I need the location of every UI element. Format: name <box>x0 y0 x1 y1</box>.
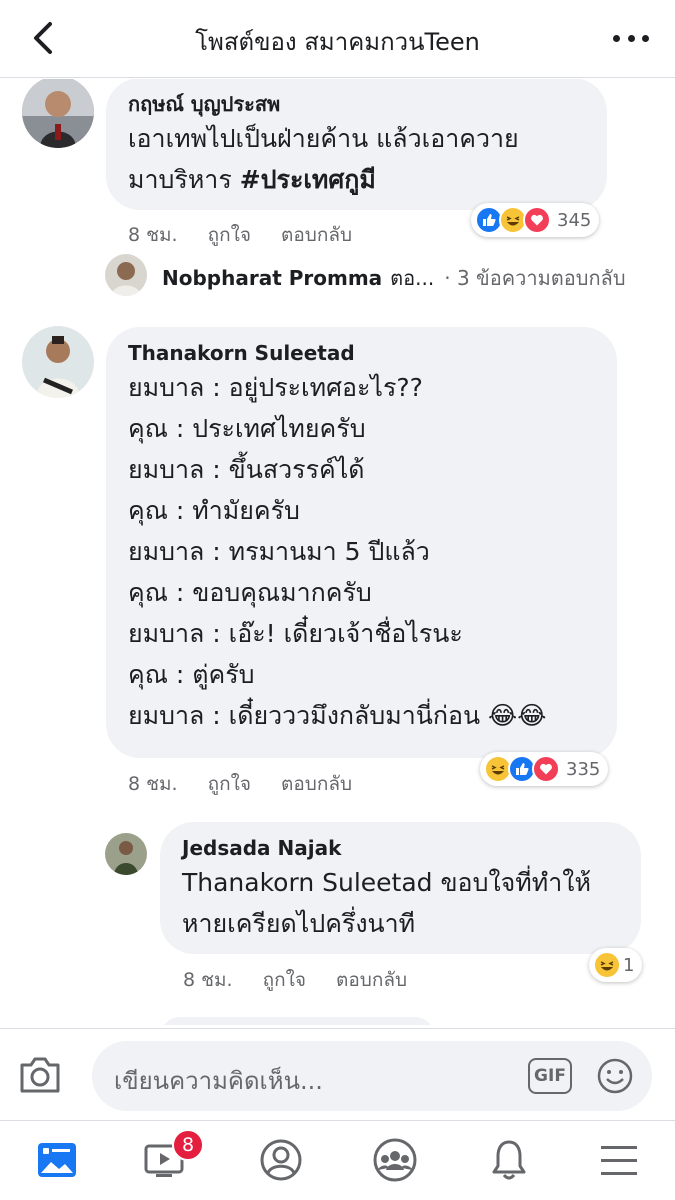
more-dot-icon <box>642 34 649 42</box>
haha-reaction-icon <box>593 951 621 979</box>
comments-feed[interactable]: กฤษณ์ บุญประสพ เอาเทพไปเป็นฝ่ายค้าน แล้ว… <box>0 79 675 1025</box>
avatar[interactable] <box>22 326 94 398</box>
reply-snippet: ตอ... <box>390 266 435 290</box>
bottom-tab-bar: 8 <box>0 1120 675 1200</box>
comment-bubble <box>160 1017 435 1025</box>
reaction-count: 345 <box>557 209 592 231</box>
tears-of-joy-emoji: 😂😂 <box>488 701 547 730</box>
comment-placeholder: เขียนความคิดเห็น... <box>114 1067 323 1095</box>
love-reaction-icon <box>532 755 560 783</box>
like-button[interactable]: ถูกใจ <box>208 220 251 250</box>
notification-badge: 8 <box>172 1129 204 1161</box>
reply-count-link[interactable]: · 3 ข้อความตอบกลับ <box>444 262 625 294</box>
comment-text: เอาเทพไปเป็นฝ่ายค้าน แล้วเอาควาย มาบริหา… <box>128 124 519 194</box>
comment-text: ยมบาล : อยู่ประเทศอะไร?? คุณ : ประเทศไทย… <box>128 373 547 730</box>
comment-input[interactable]: เขียนความคิดเห็น... GIF <box>92 1041 652 1111</box>
comment-bubble: Jedsada Najak Thanakorn Suleetad ขอบใจที… <box>160 822 641 954</box>
reaction-summary[interactable]: 1 <box>589 948 643 982</box>
comment-text: Thanakorn Suleetad ขอบใจที่ทำให้ หายเครี… <box>182 868 591 938</box>
gif-button[interactable]: GIF <box>528 1058 572 1094</box>
smiley-icon <box>597 1058 633 1094</box>
tab-groups[interactable] <box>370 1135 420 1185</box>
love-reaction-icon <box>523 206 551 234</box>
comment-bubble: Thanakorn Suleetad ยมบาล : อยู่ประเทศอะไ… <box>106 327 617 758</box>
camera-button[interactable] <box>18 1055 62 1095</box>
top-header: โพสต์ของ สมาคมกวนTeen <box>0 0 675 78</box>
more-dot-icon <box>627 34 635 42</box>
reaction-count: 1 <box>623 954 635 976</box>
reply-button[interactable]: ตอบกลับ <box>281 220 352 250</box>
reply-author[interactable]: Nobpharat Promma <box>162 266 382 290</box>
hamburger-menu-icon <box>601 1146 637 1175</box>
comment-actions: 8 ชม. ถูกใจ ตอบกลับ <box>183 965 407 995</box>
like-button[interactable]: ถูกใจ <box>208 769 251 799</box>
comment-bubble: กฤษณ์ บุญประสพ เอาเทพไปเป็นฝ่ายค้าน แล้ว… <box>106 79 607 210</box>
avatar[interactable] <box>22 79 94 148</box>
comment-composer: เขียนความคิดเห็น... GIF <box>0 1028 675 1120</box>
tab-news-feed[interactable] <box>32 1135 82 1185</box>
reply-button[interactable]: ตอบกลับ <box>336 965 407 995</box>
groups-icon <box>373 1138 417 1182</box>
avatar[interactable] <box>105 833 147 875</box>
comment-time: 8 ชม. <box>128 224 178 246</box>
avatar[interactable] <box>105 254 147 296</box>
like-button[interactable]: ถูกใจ <box>263 965 306 995</box>
camera-icon <box>20 1057 60 1093</box>
reaction-summary[interactable]: 345 <box>471 203 600 237</box>
tab-menu[interactable] <box>594 1135 644 1185</box>
emoji-button[interactable] <box>596 1057 634 1095</box>
comment-time: 8 ชม. <box>183 969 233 991</box>
tab-profile[interactable] <box>256 1135 306 1185</box>
tab-notifications[interactable] <box>484 1135 534 1185</box>
bell-icon <box>492 1140 526 1180</box>
hashtag-link[interactable]: #ประเทศกูมี <box>240 165 376 194</box>
reply-button[interactable]: ตอบกลับ <box>281 769 352 799</box>
page-title: โพสต์ของ สมาคมกวนTeen <box>195 28 480 56</box>
comment-author[interactable]: กฤษณ์ บุญประสพ <box>128 90 585 118</box>
comment-actions: 8 ชม. ถูกใจ ตอบกลับ <box>128 769 352 799</box>
comment-time: 8 ชม. <box>128 773 178 795</box>
news-feed-icon <box>38 1143 76 1177</box>
profile-icon <box>260 1139 302 1181</box>
reaction-count: 335 <box>566 758 601 780</box>
comment-actions: 8 ชม. ถูกใจ ตอบกลับ <box>128 220 352 250</box>
reaction-summary[interactable]: 335 <box>480 752 609 786</box>
more-dot-icon <box>613 34 620 42</box>
comment-author[interactable]: Jedsada Najak <box>182 834 619 862</box>
replies-preview[interactable]: Nobpharat Promma ตอ... · 3 ข้อความตอบกลั… <box>162 262 626 294</box>
more-options-button[interactable] <box>613 26 649 50</box>
comment-author[interactable]: Thanakorn Suleetad <box>128 339 595 367</box>
